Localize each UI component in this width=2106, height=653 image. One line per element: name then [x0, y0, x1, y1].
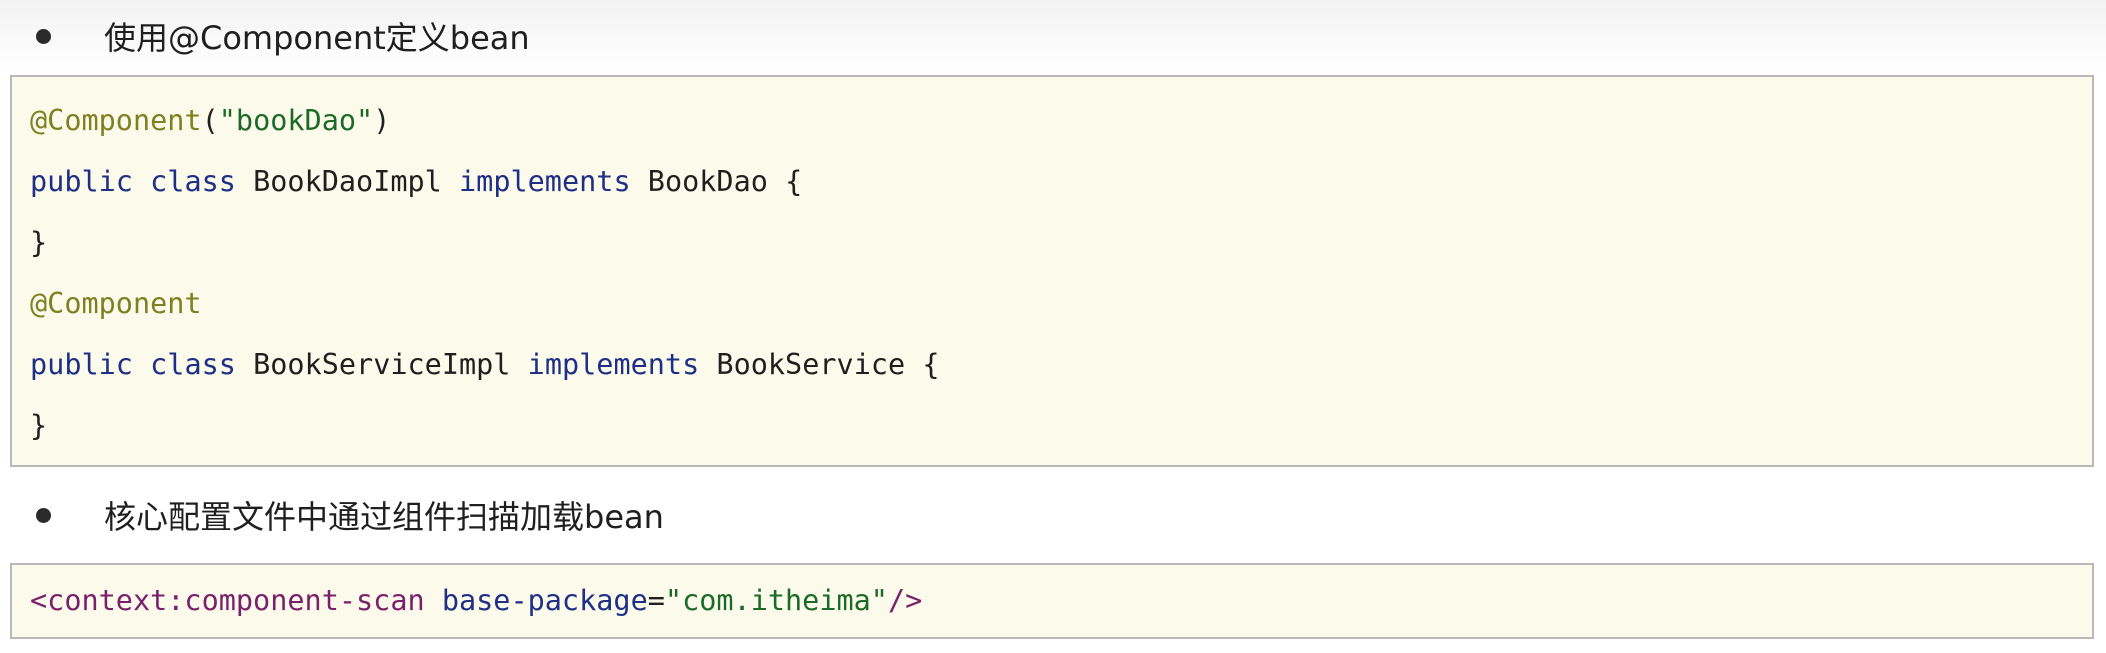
string-token: "com.itheima": [664, 584, 888, 617]
keyword-token: class: [150, 348, 236, 381]
string-token: "bookDao": [218, 104, 374, 137]
code-line: public class BookServiceImpl implements …: [30, 335, 940, 395]
bullet-item-component-scan: 核心配置文件中通过组件扫描加载bean: [30, 485, 664, 545]
class-name-token: BookDaoImpl: [253, 165, 442, 198]
paren-token: ): [373, 104, 391, 137]
annotation-token: @Component: [30, 104, 202, 137]
brace-token: }: [30, 226, 48, 259]
section-title: 使用@Component定义bean: [104, 19, 530, 57]
brace-token: {: [785, 165, 803, 198]
xml-tag-close-token: />: [887, 584, 923, 617]
bullet-item-define-bean: 使用@Component定义bean: [30, 6, 530, 66]
interface-name-token: BookService: [716, 348, 906, 381]
keyword-token: implements: [527, 348, 700, 381]
code-line: }: [30, 213, 47, 273]
keyword-token: public: [30, 348, 133, 381]
code-block-xml: <context:component-scan base-package="co…: [10, 563, 2094, 639]
section-title: 核心配置文件中通过组件扫描加载bean: [104, 498, 664, 536]
keyword-token: implements: [459, 165, 631, 198]
equals-token: =: [647, 584, 665, 617]
bullet-icon: [36, 507, 51, 523]
brace-token: {: [922, 348, 940, 381]
xml-attribute-token: base-package: [441, 584, 648, 617]
code-line: }: [30, 396, 47, 456]
xml-tag-token: <context:component-scan: [30, 584, 425, 617]
interface-name-token: BookDao: [647, 165, 768, 198]
annotation-token: @Component: [30, 287, 202, 320]
paren-token: (: [201, 104, 219, 137]
class-name-token: BookServiceImpl: [253, 348, 511, 381]
bullet-icon: [36, 28, 51, 44]
code-line: @Component("bookDao"): [30, 91, 390, 151]
brace-token: }: [30, 409, 48, 442]
code-line: public class BookDaoImpl implements Book…: [30, 152, 802, 212]
keyword-token: public: [30, 165, 133, 198]
code-line: <context:component-scan base-package="co…: [30, 571, 922, 631]
code-line: @Component: [30, 274, 202, 334]
code-block-java: @Component("bookDao") public class BookD…: [10, 75, 2094, 467]
keyword-token: class: [150, 165, 236, 198]
